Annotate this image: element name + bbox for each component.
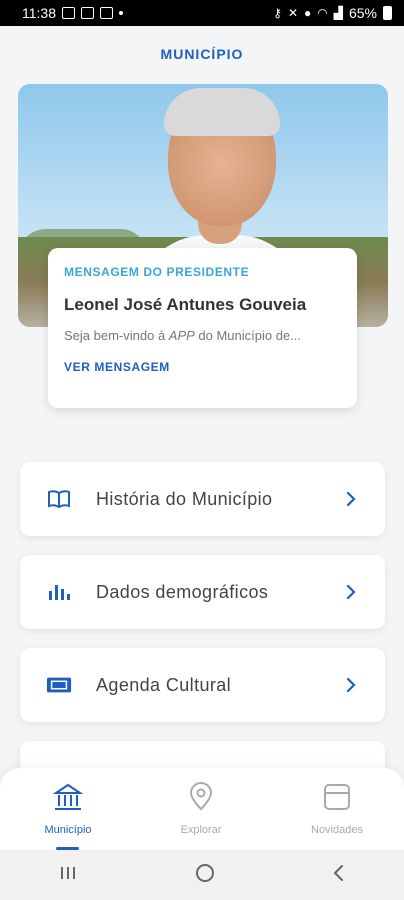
view-message-link[interactable]: VER MENSAGEM bbox=[64, 360, 170, 374]
menu-label: História do Município bbox=[96, 488, 273, 509]
battery-level: 65% bbox=[348, 5, 377, 21]
location-icon: ● bbox=[304, 6, 312, 20]
message-preview-suffix: do Município de... bbox=[194, 328, 302, 343]
home-icon[interactable] bbox=[194, 862, 216, 889]
message-preview-app: APP bbox=[168, 328, 195, 343]
page-title: MUNICÍPIO bbox=[160, 46, 244, 62]
more-notifications-icon bbox=[119, 11, 123, 15]
status-bar: 11:38 ⚷ ✕ ● ◠ ▟ 65% bbox=[0, 0, 404, 26]
book-icon bbox=[46, 486, 72, 512]
bottom-nav: Município Explorar Novidades bbox=[0, 768, 404, 850]
chevron-right-icon bbox=[343, 677, 359, 693]
nav-label: Município bbox=[44, 824, 92, 836]
message-preview-prefix: Seja bem-vindo à bbox=[64, 328, 169, 343]
message-preview: Seja bem-vindo à APP do Município de... bbox=[64, 328, 341, 343]
key-icon: ⚷ bbox=[273, 6, 282, 20]
portrait-hair bbox=[164, 88, 280, 136]
message-kicker: MENSAGEM DO PRESIDENTE bbox=[64, 265, 250, 279]
bank-icon bbox=[18, 782, 118, 816]
menu-item-agenda-cultural[interactable]: Agenda Cultural bbox=[20, 648, 385, 722]
calendar-icon bbox=[287, 782, 387, 816]
system-nav-bar bbox=[0, 850, 404, 900]
menu-item-dados-demograficos[interactable]: Dados demográficos bbox=[20, 555, 385, 629]
status-left: 11:38 bbox=[22, 5, 123, 21]
recent-apps-icon[interactable] bbox=[58, 864, 78, 887]
nav-label: Explorar bbox=[180, 824, 222, 836]
app-notification-icon bbox=[100, 7, 113, 19]
menu-label: Dados demográficos bbox=[96, 581, 269, 602]
battery-icon bbox=[383, 6, 392, 20]
nav-tab-explorar[interactable]: Explorar bbox=[151, 782, 251, 836]
wifi-icon: ◠ bbox=[317, 6, 328, 20]
signal-icon: ▟ bbox=[333, 6, 343, 20]
mute-icon: ✕ bbox=[287, 6, 298, 20]
ticket-icon bbox=[46, 672, 72, 698]
nav-label: Novidades bbox=[311, 824, 363, 836]
menu-item-historia[interactable]: História do Município bbox=[20, 462, 385, 536]
nav-tab-novidades[interactable]: Novidades bbox=[287, 782, 387, 836]
teams-notification-icon bbox=[81, 7, 94, 19]
chevron-right-icon bbox=[343, 491, 359, 507]
president-message-card[interactable]: MENSAGEM DO PRESIDENTE Leonel José Antun… bbox=[48, 248, 357, 408]
location-pin-icon bbox=[151, 782, 251, 816]
president-name: Leonel José Antunes Gouveia bbox=[64, 295, 307, 314]
status-time: 11:38 bbox=[22, 5, 56, 21]
back-icon[interactable] bbox=[332, 863, 346, 888]
app-screen: MUNICÍPIO MENSAGEM DO PRESIDENTE Leonel … bbox=[0, 26, 404, 850]
nav-tab-municipio[interactable]: Município bbox=[18, 782, 118, 836]
chevron-right-icon bbox=[343, 584, 359, 600]
bar-chart-icon bbox=[46, 579, 72, 605]
status-right: ⚷ ✕ ● ◠ ▟ 65% bbox=[273, 5, 392, 21]
menu-label: Agenda Cultural bbox=[96, 674, 232, 695]
gallery-notification-icon bbox=[62, 7, 75, 19]
